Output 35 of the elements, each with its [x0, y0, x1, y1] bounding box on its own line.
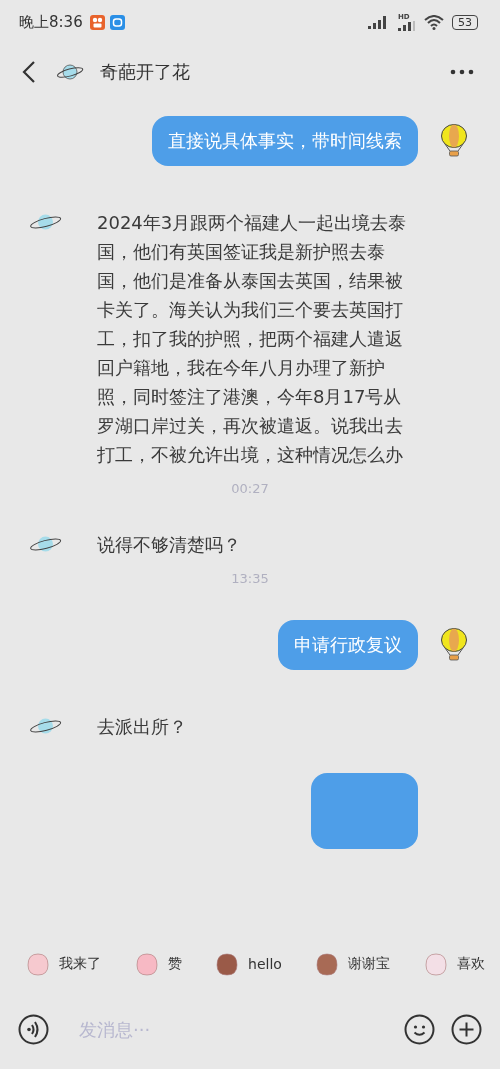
timestamp: 13:35 [231, 571, 269, 586]
app-icon [89, 14, 105, 30]
message-text: 2024年3月跟两个福建人一起出境去泰国，他们有英国签证我是新护照去泰国，他们是准备从泰国去英国，结果被卡关了。海关认为我们三个要去英国打工，扣了我的护照，把两个福建人遣返回户籍地，我在今年八月办理了新护照，同时签注了港澳，今年8月17号从罗湖口岸过关，再次被遣返。说我出去打工，不被允许出境，这种情况怎么办 [97, 211, 408, 467]
sticker-icon [422, 951, 449, 977]
balloon-avatar [440, 124, 468, 158]
sticker-suggestion[interactable]: 谢谢宝 [314, 951, 391, 977]
sticker-icon [25, 951, 51, 977]
voice-icon[interactable] [18, 1013, 49, 1045]
timestamp: 00:27 [231, 481, 269, 496]
message-bubble: 直接说具体事实，带时间线索 [152, 116, 418, 166]
add-icon[interactable] [451, 1013, 482, 1045]
sticker-icon [133, 951, 160, 977]
sticker-icon [214, 951, 241, 977]
more-icon[interactable] [450, 69, 474, 75]
emoji-icon[interactable] [404, 1013, 435, 1045]
sticker-suggestion[interactable]: 赞 [133, 951, 182, 977]
app-icon [109, 14, 125, 30]
planet-icon [56, 63, 84, 81]
sticker-suggestion[interactable]: 喜欢 [422, 951, 485, 977]
wifi-icon [424, 14, 444, 30]
message-text: 去派出所？ [97, 715, 188, 739]
status-time: 晚上8:36 [19, 12, 83, 32]
battery-icon: 53 [452, 14, 478, 30]
sticker-suggestion[interactable]: 我来了 [25, 951, 101, 977]
back-icon[interactable] [22, 60, 36, 84]
chat-title: 奇葩开了花 [100, 60, 190, 84]
planet-avatar [29, 534, 62, 554]
signal-icon [398, 20, 416, 31]
balloon-avatar [440, 628, 468, 662]
planet-avatar [29, 212, 62, 232]
message-text: 说得不够清楚吗？ [97, 533, 242, 557]
message-bubble: 申请行政复议 [278, 620, 418, 670]
planet-avatar [29, 716, 62, 736]
sticker-icon [314, 951, 341, 977]
sticker-suggestion[interactable]: hello [214, 951, 282, 977]
